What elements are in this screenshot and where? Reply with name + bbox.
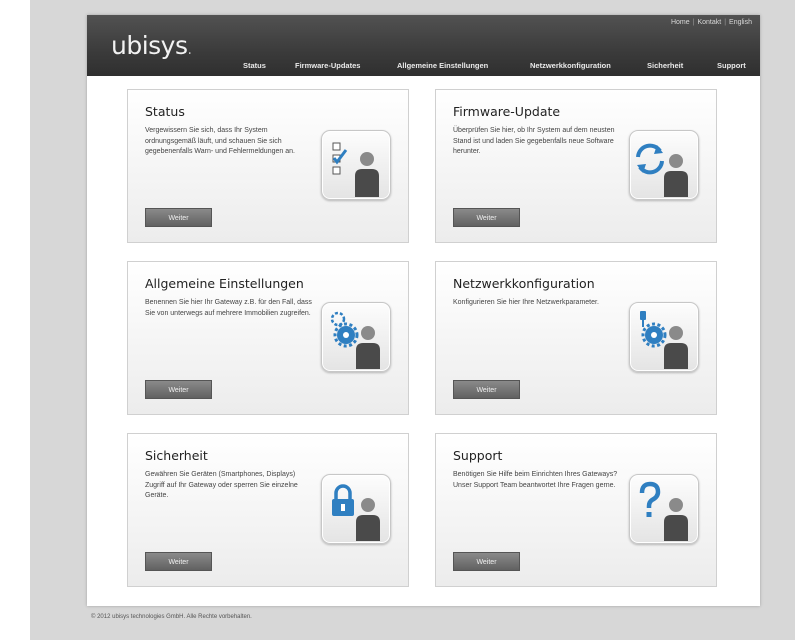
top-links: Home | Kontakt | English: [671, 19, 752, 26]
card-description: Benötigen Sie Hilfe beim Einrichten Ihre…: [453, 471, 618, 489]
gear-user-icon[interactable]: [321, 302, 391, 372]
card-description: Vergewissern Sie sich, dass Ihr System o…: [145, 127, 295, 155]
card-title: Status: [145, 104, 185, 119]
ubisys-logo[interactable]: ubisys.: [111, 31, 192, 60]
language-link[interactable]: English: [729, 19, 752, 26]
network-weiter-button[interactable]: Weiter: [453, 380, 520, 399]
card-title: Sicherheit: [145, 448, 208, 463]
card-status: Status Vergewissern Sie sich, dass Ihr S…: [127, 89, 409, 243]
card-title: Firmware-Update: [453, 104, 561, 119]
card-description: Konfigurieren Sie hier Ihre Netzwerkpara…: [453, 299, 599, 306]
lock-user-icon[interactable]: [321, 474, 391, 544]
card-general-settings: Allgemeine Einstellungen Benennen Sie hi…: [127, 261, 409, 415]
main-page: ubisys. Home | Kontakt | English Status Firm…: [87, 15, 760, 606]
checklist-user-icon[interactable]: [321, 130, 391, 200]
card-description: Benennen Sie hier Ihr Gateway z.B. für d…: [145, 299, 312, 317]
home-link[interactable]: Home: [671, 19, 690, 26]
nav-item-security[interactable]: Sicherheit: [647, 61, 683, 70]
nav-item-general-settings[interactable]: Allgemeine Einstellungen: [397, 61, 488, 70]
nav-item-network-configuration[interactable]: Netzwerkkonfiguration: [530, 61, 611, 70]
firmware-weiter-button[interactable]: Weiter: [453, 208, 520, 227]
card-title: Netzwerkkonfiguration: [453, 276, 595, 291]
status-weiter-button[interactable]: Weiter: [145, 208, 212, 227]
network-gear-user-icon[interactable]: [629, 302, 699, 372]
card-title: Support: [453, 448, 503, 463]
main-nav: Status Firmware-Updates Allgemeine Einst…: [87, 61, 760, 73]
card-title: Allgemeine Einstellungen: [145, 276, 304, 291]
card-firmware-update: Firmware-Update Überprüfen Sie hier, ob …: [435, 89, 717, 243]
card-support: Support Benötigen Sie Hilfe beim Einrich…: [435, 433, 717, 587]
card-network-configuration: Netzwerkkonfiguration Konfigurieren Sie …: [435, 261, 717, 415]
question-user-icon[interactable]: [629, 474, 699, 544]
card-security: Sicherheit Gewähren Sie Geräten (Smartph…: [127, 433, 409, 587]
card-description: Gewähren Sie Geräten (Smartphones, Displ…: [145, 471, 298, 499]
footer-copyright: © 2012 ubisys technologies GmbH. Alle Re…: [91, 614, 252, 620]
separator: |: [724, 19, 727, 26]
nav-item-support[interactable]: Support: [717, 61, 746, 70]
support-weiter-button[interactable]: Weiter: [453, 552, 520, 571]
header-bar: ubisys. Home | Kontakt | English Status Firm…: [87, 15, 760, 76]
card-description: Überprüfen Sie hier, ob Ihr System auf d…: [453, 127, 615, 155]
contact-link[interactable]: Kontakt: [697, 19, 721, 26]
refresh-user-icon[interactable]: [629, 130, 699, 200]
nav-item-status[interactable]: Status: [243, 61, 266, 70]
nav-item-firmware-updates[interactable]: Firmware-Updates: [295, 61, 360, 70]
security-weiter-button[interactable]: Weiter: [145, 552, 212, 571]
separator: |: [692, 19, 695, 26]
settings-weiter-button[interactable]: Weiter: [145, 380, 212, 399]
